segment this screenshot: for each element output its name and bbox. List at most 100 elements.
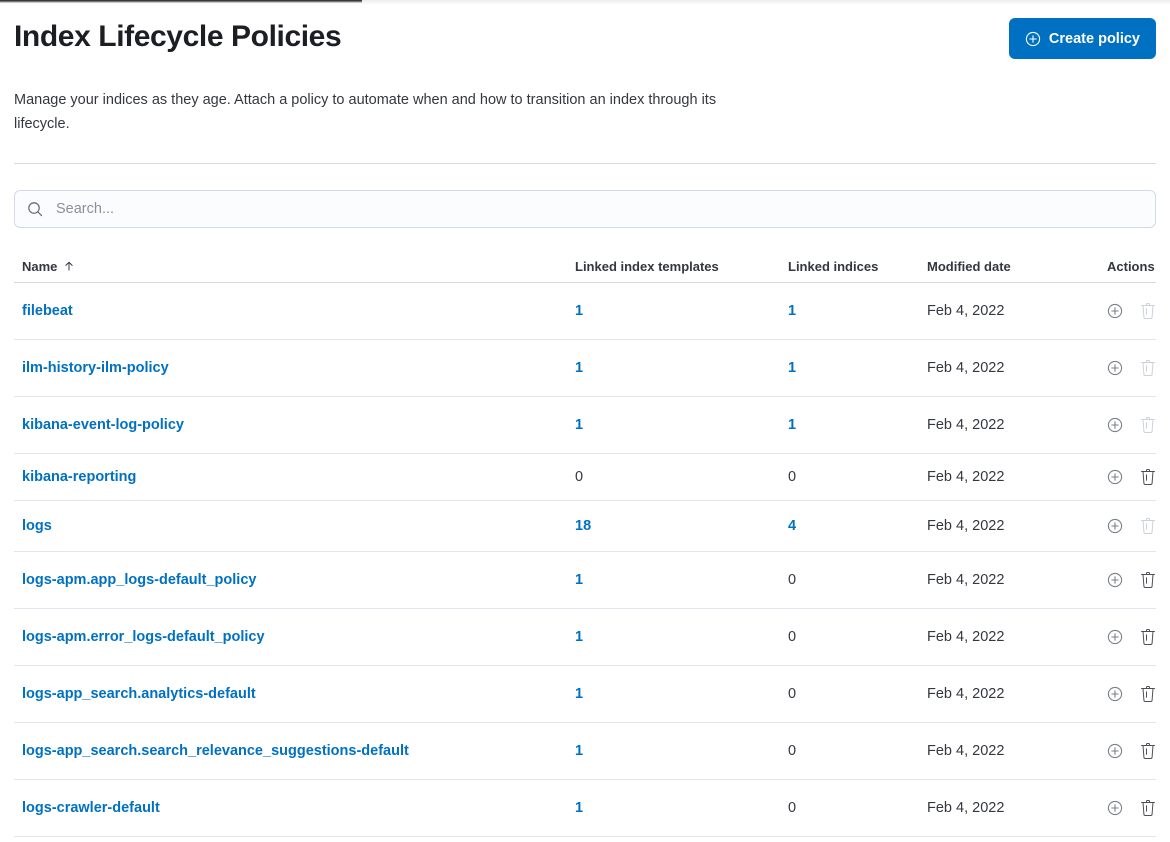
linked-templates-count[interactable]: 1	[575, 303, 583, 319]
search-icon	[27, 201, 44, 218]
modified-date: Feb 4, 2022	[927, 800, 1107, 816]
trash-icon	[1140, 469, 1156, 485]
actions-cell	[1107, 572, 1162, 588]
linked-index-templates-cell: 1	[575, 685, 788, 703]
add-policy-to-template-button[interactable]	[1107, 303, 1123, 319]
linked-indices-count[interactable]: 1	[788, 417, 796, 433]
actions-cell	[1107, 629, 1162, 645]
linked-templates-count[interactable]: 1	[575, 743, 583, 759]
policy-name-link[interactable]: kibana-reporting	[22, 469, 136, 485]
policy-name-link[interactable]: logs-app_search.search_relevance_suggest…	[22, 743, 409, 759]
plus-in-circle-icon	[1107, 303, 1123, 319]
linked-indices-count[interactable]: 1	[788, 360, 796, 376]
trash-icon	[1140, 686, 1156, 702]
plus-in-circle-icon	[1107, 417, 1123, 433]
linked-templates-count[interactable]: 1	[575, 629, 583, 645]
policy-name-link[interactable]: logs-app_search.analytics-default	[22, 686, 256, 702]
column-header-linked-indices: Linked indices	[788, 259, 927, 274]
add-policy-to-template-button[interactable]	[1107, 469, 1123, 485]
add-policy-to-template-button[interactable]	[1107, 686, 1123, 702]
index-lifecycle-policies-page: Index Lifecycle Policies Create policy M…	[0, 0, 1170, 837]
name-cell: logs-crawler-default	[14, 799, 575, 817]
linked-templates-count[interactable]: 1	[575, 686, 583, 702]
delete-policy-button	[1140, 360, 1156, 376]
table-row: logs-app_search.search_relevance_suggest…	[14, 723, 1156, 780]
policy-name-link[interactable]: logs-apm.error_logs-default_policy	[22, 629, 265, 645]
add-policy-to-template-button[interactable]	[1107, 572, 1123, 588]
search-input[interactable]	[54, 200, 1143, 218]
actions-cell	[1107, 360, 1162, 376]
linked-indices-cell: 0	[788, 799, 927, 817]
linked-indices-count: 0	[788, 800, 796, 816]
policies-table: Name Linked index templates Linked indic…	[14, 250, 1156, 837]
page-title: Index Lifecycle Policies	[14, 17, 341, 57]
sort-ascending-icon	[63, 260, 75, 272]
section-divider	[14, 163, 1156, 164]
linked-indices-count: 0	[788, 686, 796, 702]
trash-icon	[1140, 417, 1156, 433]
trash-icon	[1140, 360, 1156, 376]
linked-indices-count[interactable]: 4	[788, 518, 796, 534]
column-header-name[interactable]: Name	[14, 259, 575, 274]
actions-cell	[1107, 469, 1162, 485]
delete-policy-button[interactable]	[1140, 629, 1156, 645]
linked-indices-cell: 0	[788, 571, 927, 589]
table-row: logs-crawler-default 1 0 Feb 4, 2022	[14, 780, 1156, 837]
modified-date: Feb 4, 2022	[927, 469, 1107, 485]
delete-policy-button[interactable]	[1140, 743, 1156, 759]
plus-in-circle-icon	[1107, 743, 1123, 759]
linked-templates-count[interactable]: 1	[575, 417, 583, 433]
table-row: ilm-history-ilm-policy 1 1 Feb 4, 2022	[14, 340, 1156, 397]
column-header-actions: Actions	[1107, 259, 1161, 274]
linked-index-templates-cell: 1	[575, 742, 788, 760]
policy-name-link[interactable]: ilm-history-ilm-policy	[22, 360, 169, 376]
policy-name-link[interactable]: kibana-event-log-policy	[22, 417, 184, 433]
delete-policy-button[interactable]	[1140, 686, 1156, 702]
page-header: Index Lifecycle Policies Create policy	[14, 0, 1156, 59]
linked-indices-cell: 1	[788, 359, 927, 377]
plus-in-circle-icon	[1107, 800, 1123, 816]
linked-templates-count[interactable]: 1	[575, 572, 583, 588]
linked-index-templates-cell: 1	[575, 359, 788, 377]
trash-icon	[1140, 743, 1156, 759]
linked-templates-count[interactable]: 18	[575, 518, 591, 534]
delete-policy-button[interactable]	[1140, 469, 1156, 485]
name-cell: logs-apm.app_logs-default_policy	[14, 571, 575, 589]
table-row: logs 18 4 Feb 4, 2022	[14, 501, 1156, 552]
modified-date: Feb 4, 2022	[927, 743, 1107, 759]
delete-policy-button[interactable]	[1140, 800, 1156, 816]
trash-icon	[1140, 800, 1156, 816]
linked-indices-count: 0	[788, 629, 796, 645]
name-cell: filebeat	[14, 302, 575, 320]
linked-templates-count[interactable]: 1	[575, 800, 583, 816]
linked-index-templates-cell: 18	[575, 517, 788, 535]
actions-cell	[1107, 417, 1162, 433]
linked-indices-cell: 0	[788, 742, 927, 760]
delete-policy-button	[1140, 518, 1156, 534]
policy-name-link[interactable]: logs-crawler-default	[22, 800, 160, 816]
add-policy-to-template-button[interactable]	[1107, 417, 1123, 433]
delete-policy-button[interactable]	[1140, 572, 1156, 588]
policy-name-link[interactable]: logs-apm.app_logs-default_policy	[22, 572, 256, 588]
linked-indices-count[interactable]: 1	[788, 303, 796, 319]
name-cell: ilm-history-ilm-policy	[14, 359, 575, 377]
add-policy-to-template-button[interactable]	[1107, 360, 1123, 376]
modified-date: Feb 4, 2022	[927, 518, 1107, 534]
actions-cell	[1107, 303, 1162, 319]
add-policy-to-template-button[interactable]	[1107, 800, 1123, 816]
linked-index-templates-cell: 1	[575, 628, 788, 646]
modified-date: Feb 4, 2022	[927, 417, 1107, 433]
search-bar	[14, 190, 1156, 228]
policy-name-link[interactable]: filebeat	[22, 303, 73, 319]
linked-indices-cell: 4	[788, 517, 927, 535]
add-policy-to-template-button[interactable]	[1107, 743, 1123, 759]
add-policy-to-template-button[interactable]	[1107, 629, 1123, 645]
name-cell: logs-app_search.search_relevance_suggest…	[14, 742, 575, 760]
add-policy-to-template-button[interactable]	[1107, 518, 1123, 534]
policy-name-link[interactable]: logs	[22, 518, 52, 534]
actions-cell	[1107, 743, 1162, 759]
linked-templates-count[interactable]: 1	[575, 360, 583, 376]
linked-index-templates-cell: 1	[575, 416, 788, 434]
create-policy-button[interactable]: Create policy	[1009, 18, 1156, 59]
plus-in-circle-icon	[1107, 686, 1123, 702]
